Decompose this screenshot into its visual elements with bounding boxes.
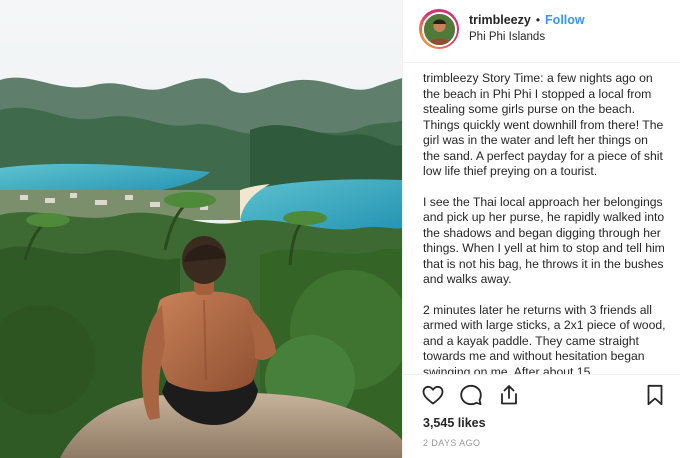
caption-paragraph-3: 2 minutes later he returns with 3 friend… <box>423 302 666 375</box>
user-line: trimbleezy • Follow <box>469 12 585 29</box>
instagram-post: trimbleezy • Follow Phi Phi Islands trim… <box>0 0 680 458</box>
username-link[interactable]: trimbleezy <box>469 12 531 29</box>
action-bar <box>403 374 680 416</box>
caption: trimbleezy Story Time: a few nights ago … <box>423 71 667 374</box>
header-text: trimbleezy • Follow Phi Phi Islands <box>469 12 585 46</box>
follow-button[interactable]: Follow <box>545 12 585 29</box>
comment-icon[interactable] <box>459 383 483 407</box>
caption-scroll-area[interactable]: trimbleezy Story Time: a few nights ago … <box>403 62 680 374</box>
post-photo[interactable] <box>0 0 402 458</box>
avatar[interactable] <box>421 11 457 47</box>
caption-paragraph-2: I see the Thai local approach her belong… <box>423 194 665 287</box>
caption-text-1: Story Time: a few nights ago on the beac… <box>423 71 664 178</box>
heart-icon[interactable] <box>421 383 445 407</box>
caption-paragraph-1: trimbleezy Story Time: a few nights ago … <box>423 71 667 180</box>
location-link[interactable]: Phi Phi Islands <box>469 29 585 46</box>
bookmark-icon[interactable] <box>643 383 667 407</box>
post-side-panel: trimbleezy • Follow Phi Phi Islands trim… <box>402 0 680 458</box>
post-header: trimbleezy • Follow Phi Phi Islands <box>403 0 680 58</box>
avatar-story-ring[interactable] <box>419 9 459 49</box>
avatar-image <box>423 13 455 45</box>
share-icon[interactable] <box>497 383 521 407</box>
post-timestamp[interactable]: 2 DAYS AGO <box>423 438 480 448</box>
separator-dot: • <box>535 13 541 27</box>
caption-username[interactable]: trimbleezy <box>423 71 479 85</box>
likes-count[interactable]: 3,545 likes <box>423 416 486 430</box>
viewpoint-photo-image <box>0 0 402 458</box>
